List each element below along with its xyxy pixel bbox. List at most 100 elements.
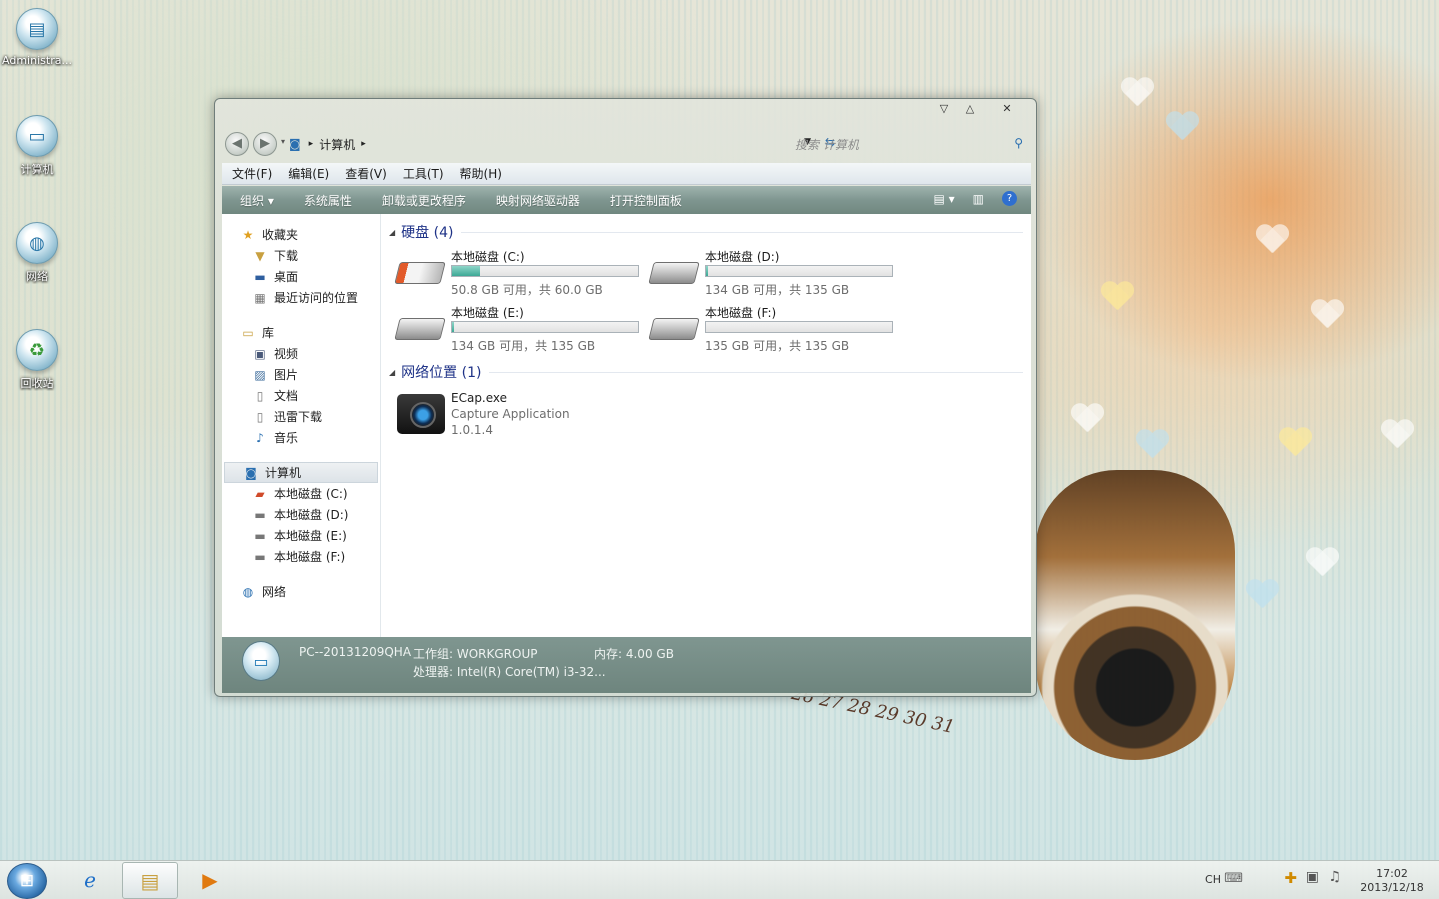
taskbar-internet-explorer[interactable]: ℯ [62,862,118,899]
back-button[interactable]: ◀ [225,132,249,156]
nav-item-drive-c[interactable]: ▰ 本地磁盘 (C:) [222,483,380,504]
network-location-ecap[interactable]: ECap.exe Capture Application 1.0.1.4 [389,390,1023,438]
system-properties-button[interactable]: 系统属性 [304,192,352,209]
nav-libraries[interactable]: ▭ 库 [222,322,380,343]
explorer-window: ▽ △ ✕ ◀ ▶ ▾ ◙ ▸ 计算机 ▸ ▼ ⇆ 搜索 计算机 ⚲ 文件(F)… [214,98,1037,697]
drive-tile-d[interactable]: 本地磁盘 (D:) 134 GB 可用，共 135 GB [648,248,905,298]
drive-tile-f[interactable]: 本地磁盘 (F:) 135 GB 可用，共 135 GB [648,304,905,354]
nav-item-drive-d[interactable]: ▬ 本地磁盘 (D:) [222,504,380,525]
drive-name: 本地磁盘 (D:) [705,250,780,264]
drive-name: 本地磁盘 (F:) [705,306,777,320]
computer-small-icon: ◙ [289,137,301,151]
drive-tile-c[interactable]: 本地磁盘 (C:) 50.8 GB 可用，共 60.0 GB [394,248,651,298]
menu-edit[interactable]: 编辑(E) [288,165,329,182]
drive-list: 本地磁盘 (C:) 50.8 GB 可用，共 60.0 GB 本地磁盘 (D:)… [389,248,1023,354]
preview-pane-icon[interactable]: ▥ [973,192,984,206]
taskbar: ⊞ ℯ ▤ ▶ CH ⌨ ✚ ▣ ♫ 17:02 2013/12/18 [0,860,1439,899]
breadcrumb-computer[interactable]: 计算机 [319,136,355,153]
input-language[interactable]: CH [1205,873,1221,886]
view-options-icon[interactable]: ▤ ▾ [933,192,954,206]
wallpaper-heart [1135,430,1169,460]
search-input[interactable]: 搜索 计算机 ⚲ [789,132,1029,156]
processor: 处理器: Intel(R) Core(TM) i3-32... [413,665,606,679]
wallpaper-heart [1070,404,1104,434]
volume-icon[interactable]: ♫ [1328,869,1341,885]
organize-button[interactable]: 组织 ▾ [240,192,274,209]
group-header-network[interactable]: ◢ 网络位置 (1) [389,360,1023,384]
menu-view[interactable]: 查看(V) [345,165,387,182]
nav-network[interactable]: ◍ 网络 [222,581,380,602]
nav-item-music[interactable]: ♪ 音乐 [222,427,380,448]
navigation-pane: ★ 收藏夹 ▼ 下载 ▬ 桌面 ▦ 最近访问的位置 ▭ 库 ▣ 视频 ▨ 图片 … [222,214,381,637]
nav-favorites[interactable]: ★ 收藏夹 [222,224,380,245]
camera-icon [397,394,445,434]
drive-free-space: 135 GB 可用，共 135 GB [705,339,850,353]
close-button[interactable]: ✕ [995,101,1019,117]
video-library-icon: ▣ [254,346,266,361]
desktop-icon-label: 网络 [26,270,48,283]
menu-tools[interactable]: 工具(T) [403,165,444,182]
address-bar[interactable]: ◙ ▸ 计算机 ▸ ▼ ⇆ [289,132,835,156]
desktop-icon-administrator[interactable]: ▤ Administra... [0,8,74,67]
nav-computer[interactable]: ◙ 计算机 [224,462,378,483]
keyboard-icon[interactable]: ⌨ [1224,871,1243,886]
help-icon[interactable]: ? [1002,191,1017,206]
drive-name: 本地磁盘 (C:) [451,250,525,264]
drive-free-space: 134 GB 可用，共 135 GB [705,283,850,297]
wallpaper-heart [1120,78,1154,108]
forward-button[interactable]: ▶ [253,132,277,156]
wallpaper-heart [1165,112,1199,142]
nav-item-documents[interactable]: ▯ 文档 [222,385,380,406]
taskbar-windows-explorer[interactable]: ▤ [122,862,178,899]
collapse-triangle-icon[interactable]: ◢ [389,228,395,237]
group-title: 硬盘 (4) [401,225,454,241]
group-header-drives[interactable]: ◢ 硬盘 (4) [389,220,1023,244]
search-icon[interactable]: ⚲ [1014,136,1023,150]
network-tray-icon[interactable]: ▣ [1306,869,1319,885]
recent-places-icon: ▦ [254,290,266,305]
nav-item-pictures[interactable]: ▨ 图片 [222,364,380,385]
details-pane: ▭ PC--20131209QHA 工作组: WORKGROUP 内存: 4.0… [222,637,1031,693]
nav-item-recent-places[interactable]: ▦ 最近访问的位置 [222,287,380,308]
music-library-icon: ♪ [256,430,264,445]
desktop-icon-label: 回收站 [20,377,54,390]
disk-usage-fill [452,322,454,332]
nav-item-drive-e[interactable]: ▬ 本地磁盘 (E:) [222,525,380,546]
picture-library-icon: ▨ [254,367,266,382]
nav-item-videos[interactable]: ▣ 视频 [222,343,380,364]
star-icon: ★ [242,227,254,242]
open-control-panel-button[interactable]: 打开控制面板 [610,192,682,209]
desktop-icon-computer[interactable]: ▭ 计算机 [0,115,74,177]
nav-item-desktop[interactable]: ▬ 桌面 [222,266,380,287]
hard-drive-icon [394,318,446,340]
desktop-icon-label: 计算机 [20,163,54,176]
desktop-icon-network[interactable]: ◍ 网络 [0,222,74,284]
nav-item-downloads[interactable]: ▼ 下载 [222,245,380,266]
disk-usage-bar [705,321,893,333]
downloads-folder-icon: ▼ [255,248,265,263]
taskbar-media-player[interactable]: ▶ [182,862,238,899]
start-button[interactable]: ⊞ [7,863,47,899]
map-network-drive-button[interactable]: 映射网络驱动器 [496,192,580,209]
hard-drive-icon: ▬ [254,528,266,543]
computer-name: PC--20131209QHA [299,645,412,659]
nav-item-drive-f[interactable]: ▬ 本地磁盘 (F:) [222,546,380,567]
security-shield-icon[interactable]: ✚ [1284,869,1297,887]
breadcrumb-separator-icon[interactable]: ▸ [309,139,314,149]
uninstall-program-button[interactable]: 卸载或更改程序 [382,192,466,209]
thunder-download-icon: ▯ [256,409,264,424]
drive-tile-e[interactable]: 本地磁盘 (E:) 134 GB 可用，共 135 GB [394,304,651,354]
menu-file[interactable]: 文件(F) [232,165,272,182]
breadcrumb-chevron-icon[interactable]: ▸ [361,139,366,149]
maximize-button[interactable]: △ [958,101,982,117]
collapse-triangle-icon[interactable]: ◢ [389,368,395,377]
clock[interactable]: 17:02 2013/12/18 [1357,867,1427,895]
minimize-button[interactable]: ▽ [932,101,956,117]
nav-item-thunder-downloads[interactable]: ▯ 迅雷下载 [222,406,380,427]
menu-bar: 文件(F) 编辑(E) 查看(V) 工具(T) 帮助(H) [222,163,1031,185]
desktop-icon-recycle-bin[interactable]: ♻ 回收站 [0,329,74,391]
wallpaper-heart [1310,300,1344,330]
wallpaper-film-reel [1035,470,1235,760]
menu-help[interactable]: 帮助(H) [460,165,502,182]
recent-pages-dropdown-icon[interactable]: ▾ [281,137,285,146]
